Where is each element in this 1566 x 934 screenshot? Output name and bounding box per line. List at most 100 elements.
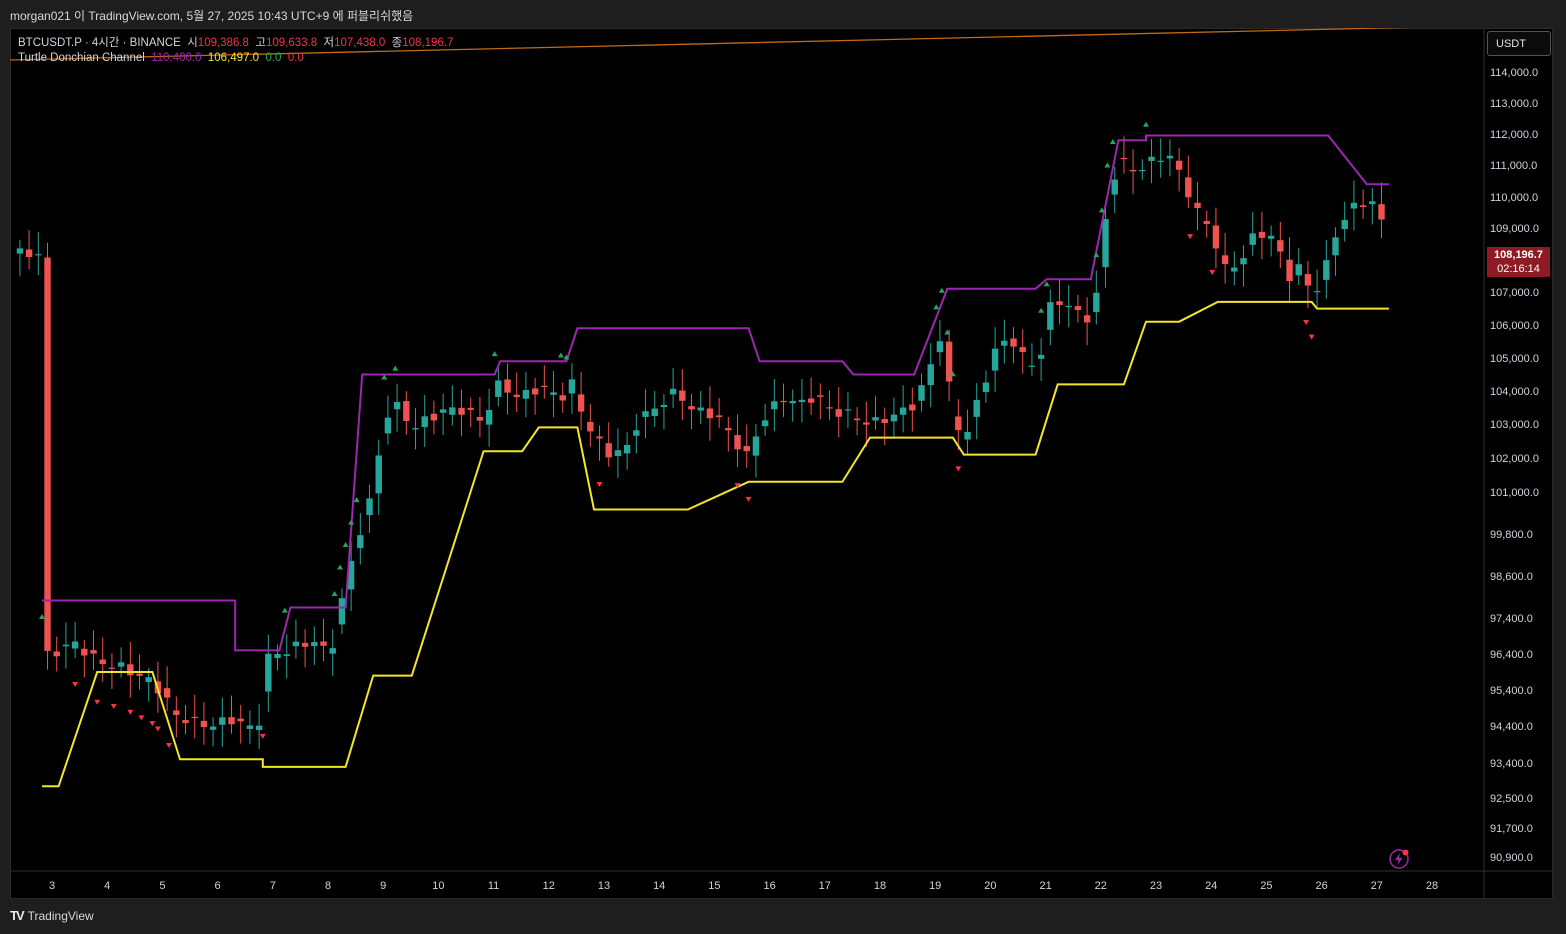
price-chart[interactable]: 114,000.0 113,000.0 112,000.0 111,000.0 110,… <box>10 28 1553 899</box>
price-tick-label: 111,000.0 <box>1490 160 1537 172</box>
candle-body <box>246 725 254 729</box>
candle-body <box>430 413 438 421</box>
candle-body <box>927 364 934 386</box>
candle-body <box>1102 219 1109 268</box>
candle-body <box>127 664 134 676</box>
candle-body <box>25 249 33 258</box>
indicator-upper-value: 110,400.0 <box>151 52 202 64</box>
candle-body <box>1010 338 1017 347</box>
price-axis: 114,000.0 113,000.0 112,000.0 111,000.0 110,… <box>1490 67 1539 864</box>
candle-body <box>725 428 732 431</box>
candle-body <box>909 404 916 411</box>
signals-layer <box>39 121 1315 748</box>
candle-body <box>1286 259 1293 282</box>
candle-body <box>798 399 806 403</box>
candle-body <box>715 415 723 418</box>
candle-body <box>863 422 870 425</box>
short-signal-marker <box>955 466 962 472</box>
time-tick-label: 11 <box>488 880 499 892</box>
candle-body <box>660 404 668 408</box>
price-tick-label: 104,000.0 <box>1490 386 1539 398</box>
candle-body <box>577 394 585 412</box>
lightning-icon[interactable] <box>1388 848 1410 870</box>
time-tick-label: 10 <box>432 880 444 892</box>
price-tick-label: 112,000.0 <box>1490 129 1538 141</box>
short-signal-marker <box>154 726 161 732</box>
candle-body <box>623 444 631 454</box>
candle-body <box>807 398 815 403</box>
candle-body <box>1148 156 1155 161</box>
candle-body <box>145 677 152 683</box>
indicator-value-3: 0.0 <box>265 52 282 64</box>
candle-body <box>853 418 861 421</box>
time-tick-label: 20 <box>984 880 996 892</box>
candle-body <box>1083 315 1091 323</box>
long-signal-marker <box>557 352 564 358</box>
candle-body <box>200 720 208 728</box>
candle-body <box>476 417 484 421</box>
candle-body <box>1037 354 1045 359</box>
candle-body <box>228 717 235 725</box>
time-tick-label: 5 <box>159 880 165 892</box>
price-tick-label: 94,400.0 <box>1490 721 1533 733</box>
candle-body <box>531 388 539 395</box>
price-tick-label: 95,400.0 <box>1490 685 1533 697</box>
price-tick-label: 91,700.0 <box>1490 823 1533 835</box>
low-value: 107,438.0 <box>334 37 386 49</box>
time-tick-label: 14 <box>653 880 665 892</box>
time-tick-label: 9 <box>380 880 386 892</box>
candle-body <box>596 436 603 439</box>
time-tick-label: 4 <box>104 880 110 892</box>
candle-body <box>1378 204 1385 220</box>
time-tick-label: 22 <box>1095 880 1107 892</box>
indicator-legend[interactable]: Turtle Donchian Channel 110,400.0 106,49… <box>18 52 304 64</box>
candle-body <box>320 641 327 646</box>
time-axis: 3 4 5 6 7 8 9 10 11 12 13 14 15 16 17 18 19 20 21 22 23 24 25 2… <box>49 880 1438 892</box>
indicator-value-4: 0.0 <box>287 52 304 64</box>
candle-body <box>219 717 226 725</box>
candle-body <box>1341 219 1348 230</box>
candle-body <box>982 382 990 393</box>
tradingview-brand[interactable]: TV TradingView <box>10 908 94 923</box>
candle-body <box>642 411 649 417</box>
time-tick-label: 27 <box>1371 880 1383 892</box>
currency-selector[interactable]: USDT <box>1487 31 1551 56</box>
time-tick-label: 12 <box>543 880 555 892</box>
candle-body <box>964 431 971 440</box>
long-signal-marker <box>337 564 344 570</box>
time-tick-label: 16 <box>763 880 775 892</box>
candle-body <box>1166 155 1174 159</box>
short-signal-marker <box>110 704 117 710</box>
candle-body <box>1157 160 1164 162</box>
candle-body <box>651 408 658 417</box>
indicator-name: Turtle Donchian Channel <box>18 52 145 64</box>
price-tick-label: 97,400.0 <box>1490 613 1533 625</box>
candle-body <box>890 414 898 422</box>
candle-body <box>366 498 373 516</box>
candle-body <box>881 419 888 424</box>
candle-body <box>1019 347 1026 352</box>
symbol-legend[interactable]: BTCUSDT.P · 4시간 · BINANCE 시109,386.8 고10… <box>18 34 453 50</box>
candle-body <box>71 641 79 649</box>
short-signal-marker <box>138 715 145 721</box>
candle-body <box>449 407 456 415</box>
candle-body <box>384 417 392 434</box>
candle-body <box>421 416 428 428</box>
long-signal-marker <box>1143 121 1149 127</box>
candle-body <box>1267 235 1275 239</box>
candle-body <box>1323 260 1330 280</box>
candle-body <box>550 392 557 395</box>
candle-body <box>301 642 309 647</box>
last-price-value: 108,196.7 <box>1494 249 1543 261</box>
price-tick-label: 114,000.0 <box>1490 67 1538 79</box>
close-value: 108,196.7 <box>402 37 454 49</box>
high-value: 109,633.8 <box>265 37 318 49</box>
candle-body <box>1212 225 1220 249</box>
short-signal-marker <box>596 482 603 488</box>
price-tick-label: 101,000.0 <box>1490 487 1539 499</box>
price-tick-label: 110,000.0 <box>1490 192 1538 204</box>
candle-body <box>329 648 336 654</box>
candle-body <box>1111 179 1118 195</box>
candle-body <box>412 428 419 430</box>
candle-body <box>780 400 787 403</box>
